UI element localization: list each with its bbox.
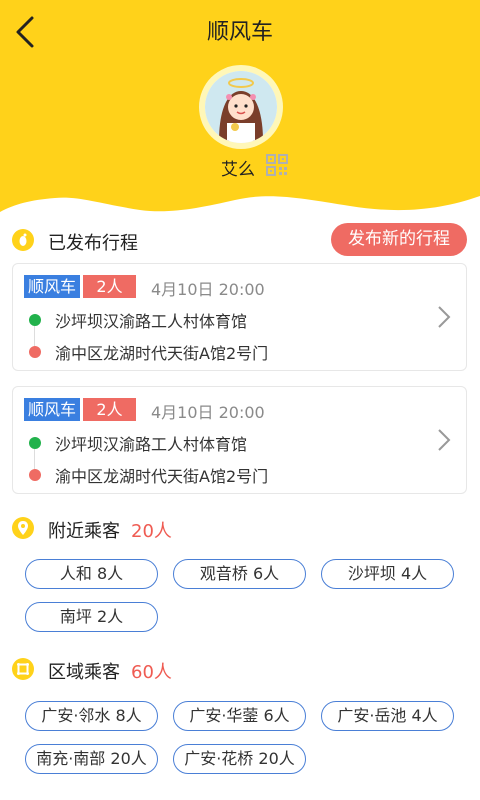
area-chip[interactable]: 广安·花桥 20人 (173, 744, 306, 774)
app-header: 顺风车 艾么 (0, 0, 480, 230)
nearby-passengers-title: 附近乘客 (48, 521, 120, 542)
chevron-right-icon (438, 306, 451, 328)
publish-new-trip-button[interactable]: 发布新的行程 (331, 223, 467, 256)
seats-badge: 2人 (83, 398, 136, 421)
trip-type-badge: 顺风车 (24, 275, 81, 298)
area-chip[interactable]: 南坪 2人 (25, 602, 158, 632)
area-chip[interactable]: 广安·华蓥 6人 (173, 701, 306, 731)
trip-destination: 渝中区龙湖时代天街A馆2号门 (55, 344, 269, 363)
page-title: 顺风车 (206, 20, 273, 45)
region-passengers-count: 60人 (131, 662, 172, 683)
trip-destination: 渝中区龙湖时代天街A馆2号门 (55, 467, 269, 486)
trip-time: 4月10日 20:00 (151, 403, 265, 422)
avatar-image (205, 71, 277, 143)
location-pin-icon (12, 517, 34, 539)
area-chip[interactable]: 南充·南部 20人 (25, 744, 158, 774)
avatar[interactable] (199, 65, 283, 149)
route-line (34, 326, 35, 346)
footprint-icon (12, 229, 34, 251)
destination-dot-icon (29, 346, 41, 358)
trip-time: 4月10日 20:00 (151, 280, 265, 299)
trip-origin: 沙坪坝汉渝路工人村体育馆 (55, 312, 248, 331)
origin-dot-icon (29, 314, 41, 326)
chevron-right-icon (438, 429, 451, 451)
origin-dot-icon (29, 437, 41, 449)
area-chip[interactable]: 广安·岳池 4人 (321, 701, 454, 731)
area-chip[interactable]: 人和 8人 (25, 559, 158, 589)
route-line (34, 449, 35, 469)
nearby-passengers-count: 20人 (131, 521, 172, 542)
trip-card[interactable]: 顺风车 2人 4月10日 20:00 沙坪坝汉渝路工人村体育馆 渝中区龙湖时代天… (12, 386, 467, 494)
trip-card[interactable]: 顺风车 2人 4月10日 20:00 沙坪坝汉渝路工人村体育馆 渝中区龙湖时代天… (12, 263, 467, 371)
area-chip[interactable]: 观音桥 6人 (173, 559, 306, 589)
trip-origin: 沙坪坝汉渝路工人村体育馆 (55, 435, 248, 454)
published-trips-title: 已发布行程 (48, 233, 138, 254)
seats-badge: 2人 (83, 275, 136, 298)
destination-dot-icon (29, 469, 41, 481)
area-chip[interactable]: 沙坪坝 4人 (321, 559, 454, 589)
region-passengers-title: 区域乘客 (48, 662, 120, 683)
username: 艾么 (221, 160, 255, 180)
qr-code-icon[interactable] (266, 154, 288, 176)
region-icon (12, 658, 34, 680)
area-chip[interactable]: 广安·邻水 8人 (25, 701, 158, 731)
trip-type-badge: 顺风车 (24, 398, 81, 421)
